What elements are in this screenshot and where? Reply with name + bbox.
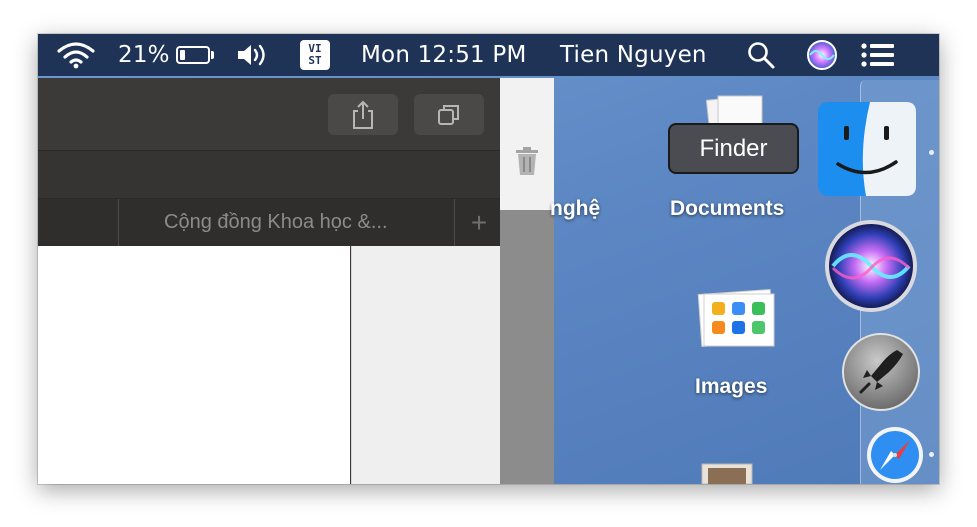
share-icon [353, 100, 373, 129]
share-button[interactable] [328, 94, 398, 135]
background-app-panel [500, 78, 554, 210]
finder-icon[interactable] [818, 102, 916, 201]
images-folder-label[interactable]: Images [695, 375, 767, 399]
address-bar-row [38, 151, 500, 199]
spotlight-search-icon[interactable] [746, 34, 776, 76]
desktop-file-icon[interactable] [700, 462, 760, 484]
battery-icon [175, 46, 210, 64]
dock-tooltip: Finder [668, 123, 799, 174]
input-method-icon: VI ST [300, 40, 330, 70]
background-app-panel-lower [500, 210, 554, 484]
battery-fill [179, 50, 185, 60]
launchpad-icon[interactable] [841, 332, 921, 417]
battery-tip [210, 51, 214, 59]
notification-center-icon[interactable] [860, 34, 896, 76]
desktop-screen: 21% VI ST Mon 12:51 PM Tien Nguyen Cộng … [38, 34, 939, 484]
menubar-clock[interactable]: Mon 12:51 PM [361, 34, 527, 76]
tab-divider [454, 199, 455, 246]
tab-bar: Cộng đồng Khoa học &... + [38, 199, 500, 246]
siri-menubar-icon[interactable] [806, 34, 838, 76]
battery-percent: 21% [118, 42, 170, 68]
input-method-menu[interactable]: VI ST [300, 34, 330, 76]
tab-divider [118, 199, 119, 246]
tab-khoa-hoc[interactable]: Cộng đồng Khoa học &... [164, 199, 388, 246]
browser-toolbar [38, 78, 500, 151]
dock-running-indicator [929, 452, 934, 457]
input-method-bottom: ST [308, 54, 322, 67]
trash-icon[interactable] [514, 146, 540, 181]
safari-icon[interactable] [866, 426, 924, 484]
wifi-icon[interactable] [56, 34, 96, 76]
page-sidebar [351, 246, 500, 484]
images-folder-icon[interactable] [694, 286, 780, 355]
tabs-overview-icon [438, 104, 459, 125]
menubar-user[interactable]: Tien Nguyen [560, 34, 707, 76]
desktop-item-label-partial[interactable]: nghệ [550, 197, 600, 221]
dock-running-indicator [929, 150, 934, 155]
page-content [38, 246, 350, 484]
battery-status[interactable]: 21% [118, 34, 214, 76]
documents-folder-label[interactable]: Documents [670, 197, 784, 221]
tab-overview-button[interactable] [414, 94, 484, 135]
browser-window: Cộng đồng Khoa học &... + [38, 78, 501, 484]
new-tab-button[interactable]: + [458, 199, 500, 246]
menu-bar: 21% VI ST Mon 12:51 PM Tien Nguyen [38, 34, 939, 76]
volume-icon[interactable] [236, 34, 270, 76]
siri-icon[interactable] [823, 218, 919, 319]
